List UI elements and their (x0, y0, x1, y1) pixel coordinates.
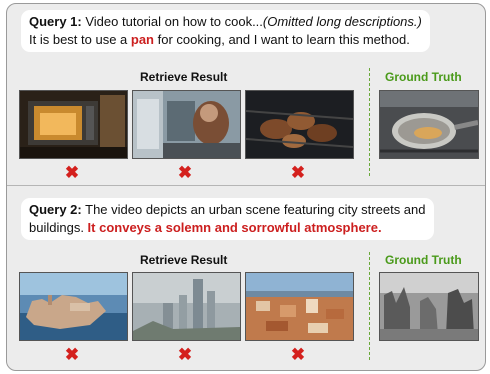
ruined-city-bw-image (379, 272, 479, 341)
query-1-separator (369, 68, 370, 176)
query-1-line1: Video tutorial on how to cook... (81, 14, 263, 29)
query-2-separator (369, 252, 370, 360)
query-2-retrieve-label: Retrieve Result (140, 253, 228, 267)
query-2-result-3-wrong-mark: ✖ (290, 345, 306, 364)
query-2-highlight: It conveys a solemn and sorrowful atmosp… (87, 220, 382, 235)
query-2-result-1-wrong-mark: ✖ (64, 345, 80, 364)
european-rooftops-image (245, 272, 354, 341)
figure-frame: Query 1: Video tutorial on how to cook..… (6, 3, 486, 371)
city-skyline-fog-image (132, 272, 241, 341)
query-2-result-2-wrong-mark: ✖ (177, 345, 193, 364)
query-1-result-3-wrong-mark: ✖ (290, 163, 306, 182)
query-2-box: Query 2: The video depicts an urban scen… (21, 198, 434, 240)
query-divider (7, 185, 485, 186)
query-1-highlight: pan (130, 32, 155, 47)
query-1-retrieve-label: Retrieve Result (140, 70, 228, 84)
query-2-label: Query 2: (29, 202, 82, 217)
query-1-line2-suffix: for cooking, and I want to learn this me… (154, 32, 410, 47)
query-1-result-2-wrong-mark: ✖ (177, 163, 193, 182)
query-1-omitted-note: (Omitted long descriptions.) (262, 14, 422, 29)
kitchen-person-image (132, 90, 241, 159)
query-2-line2-prefix: buildings. (29, 220, 88, 235)
query-1-label: Query 1: (29, 14, 82, 29)
query-1-box: Query 1: Video tutorial on how to cook..… (21, 10, 430, 52)
query-1-line2-prefix: It is best to use a (29, 32, 131, 47)
query-2-line1: The video depicts an urban scene featuri… (81, 202, 426, 217)
microwave-oven-image (19, 90, 128, 159)
query-1-ground-truth-label: Ground Truth (385, 70, 462, 84)
pan-on-stove-image (379, 90, 479, 159)
query-2-ground-truth-label: Ground Truth (385, 253, 462, 267)
query-1-result-1-wrong-mark: ✖ (64, 163, 80, 182)
coastal-town-image (19, 272, 128, 341)
grilled-meat-image (245, 90, 354, 159)
